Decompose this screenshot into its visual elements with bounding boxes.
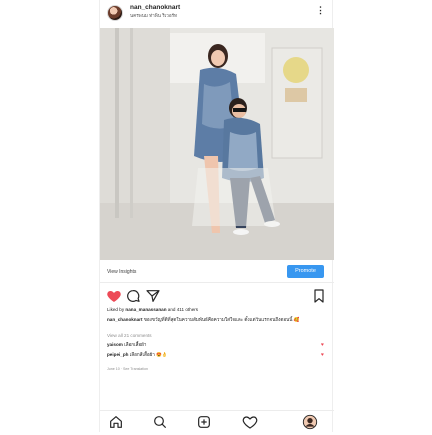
heart-outline-icon[interactable] bbox=[242, 414, 258, 430]
post-header: nan_chanoknart นครพนม ท่าพิน ริเวอร์ท ⋮ bbox=[100, 2, 334, 24]
couple-photo-image bbox=[100, 28, 334, 260]
post-caption: nan_chanoknart ของขวัญที่ดีที่สุดในความส… bbox=[107, 317, 327, 323]
home-icon[interactable] bbox=[108, 414, 124, 430]
comment-username[interactable]: yaisom bbox=[107, 342, 123, 347]
bottom-navigation bbox=[100, 410, 334, 433]
view-all-comments-link[interactable]: View all 21 comments bbox=[107, 333, 152, 338]
comment-like-heart-icon[interactable]: ♥ bbox=[321, 352, 324, 358]
comment-like-heart-icon[interactable]: ♥ bbox=[321, 342, 324, 348]
view-insights-link[interactable]: View Insights bbox=[107, 269, 136, 275]
caption-text: ของขวัญที่ดีที่สุดในความสัมพันธ์คือความใ… bbox=[143, 317, 300, 322]
post-timestamp: June 10 · See Translation bbox=[107, 367, 148, 371]
profile-avatar-icon[interactable] bbox=[302, 414, 318, 430]
post-location[interactable]: นครพนม ท่าพิน ริเวอร์ท bbox=[130, 13, 177, 20]
post-actions bbox=[100, 288, 334, 306]
bookmark-icon[interactable] bbox=[311, 288, 327, 304]
post-username[interactable]: nan_chanoknart bbox=[130, 4, 180, 11]
add-post-icon[interactable] bbox=[196, 414, 212, 430]
insights-bar: View Insights Promote bbox=[100, 263, 334, 283]
promote-button[interactable]: Promote bbox=[287, 265, 324, 278]
comment-item: peipei_ph เลือกสีเสื้อผ้า 😍👌 bbox=[107, 352, 322, 359]
avatar[interactable] bbox=[107, 5, 123, 21]
comment-username[interactable]: peipei_ph bbox=[107, 352, 128, 357]
likes-summary: Liked by nana_manassanan and 411 others bbox=[107, 307, 198, 312]
liked-by-user[interactable]: nana_manassanan bbox=[125, 307, 166, 312]
post-photo[interactable] bbox=[100, 28, 334, 260]
caption-username[interactable]: nan_chanoknart bbox=[107, 317, 142, 322]
send-icon[interactable] bbox=[145, 288, 161, 304]
comment-text: เลือกสีเสื้อผ้า 😍👌 bbox=[129, 352, 168, 357]
liked-by-prefix: Liked by bbox=[107, 307, 125, 312]
heart-filled-icon[interactable] bbox=[106, 288, 122, 304]
instagram-post-screen: nan_chanoknart นครพนม ท่าพิน ริเวอร์ท ⋮ bbox=[99, 0, 334, 433]
liked-by-suffix[interactable]: and 411 others bbox=[168, 307, 198, 312]
comment-text: เลือกเสื้อผ้า bbox=[124, 342, 147, 347]
more-vertical-icon[interactable]: ⋮ bbox=[316, 6, 325, 15]
comment-icon[interactable] bbox=[125, 288, 141, 304]
comment-item: yaisom เลือกเสื้อผ้า bbox=[107, 342, 322, 349]
search-icon[interactable] bbox=[152, 414, 168, 430]
